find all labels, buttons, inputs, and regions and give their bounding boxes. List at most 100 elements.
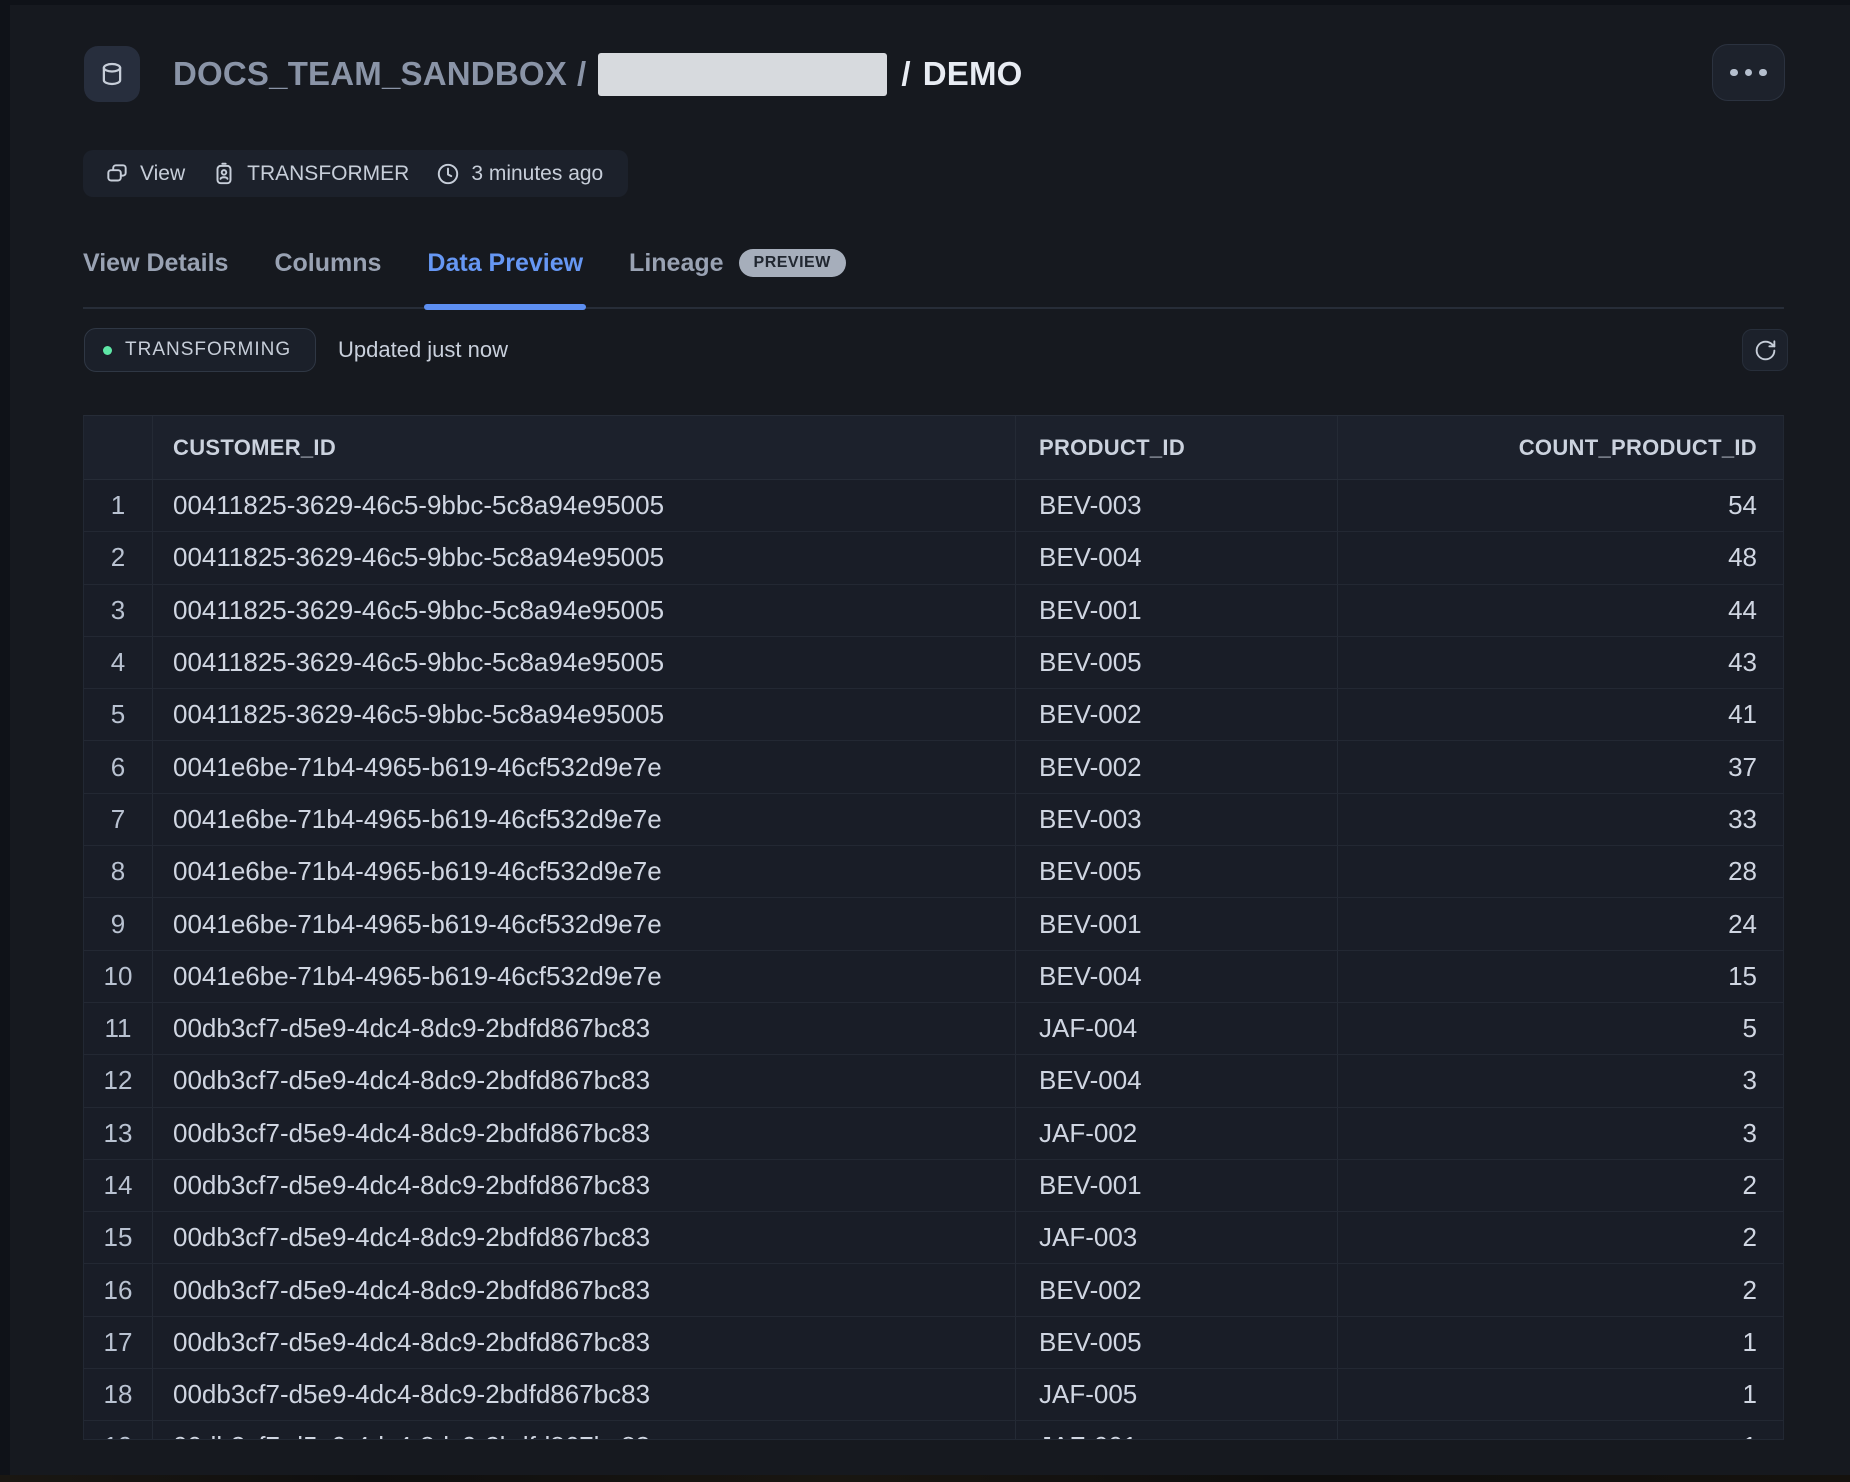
- customer-id-cell: 00db3cf7-d5e9-4dc4-8dc9-2bdfd867bc83: [152, 1003, 1015, 1054]
- count-cell: 44: [1337, 585, 1783, 636]
- clock-icon: [435, 161, 461, 187]
- count-cell: 5: [1337, 1003, 1783, 1054]
- count-cell: 2: [1337, 1264, 1783, 1315]
- status-badge: TRANSFORMING: [84, 328, 316, 372]
- row-number-cell: 15: [84, 1212, 152, 1263]
- row-number-cell: 6: [84, 741, 152, 792]
- window-edge-bottom: [0, 1475, 1850, 1482]
- count-cell: 2: [1337, 1212, 1783, 1263]
- product-id-cell: JAF-002: [1015, 1108, 1337, 1159]
- data-grid[interactable]: CUSTOMER_ID PRODUCT_ID COUNT_PRODUCT_ID …: [83, 415, 1784, 1440]
- table-row: 18 00db3cf7-d5e9-4dc4-8dc9-2bdfd867bc83 …: [84, 1369, 1783, 1421]
- table-row: 9 0041e6be-71b4-4965-b619-46cf532d9e7e B…: [84, 898, 1783, 950]
- meta-item-role: TRANSFORMER: [211, 161, 409, 187]
- table-row: 2 00411825-3629-46c5-9bbc-5c8a94e95005 B…: [84, 532, 1783, 584]
- product-id-cell: JAF-004: [1015, 1003, 1337, 1054]
- product-id-cell: BEV-003: [1015, 794, 1337, 845]
- tab-bar: View Details Columns Data Preview Lineag…: [83, 246, 1784, 307]
- customer-id-cell: 00db3cf7-d5e9-4dc4-8dc9-2bdfd867bc83: [152, 1160, 1015, 1211]
- breadcrumb-database: DOCS_TEAM_SANDBOX: [173, 55, 567, 93]
- refresh-icon: [1753, 338, 1778, 363]
- more-actions-button[interactable]: [1712, 44, 1785, 101]
- table-row: 14 00db3cf7-d5e9-4dc4-8dc9-2bdfd867bc83 …: [84, 1160, 1783, 1212]
- table-row: 10 0041e6be-71b4-4965-b619-46cf532d9e7e …: [84, 951, 1783, 1003]
- count-cell: 1: [1337, 1369, 1783, 1420]
- count-cell: 3: [1337, 1055, 1783, 1106]
- row-number-cell: 10: [84, 951, 152, 1002]
- layers-icon: [104, 161, 130, 187]
- breadcrumb-object: DEMO: [923, 55, 1023, 93]
- object-type-label: View: [140, 162, 185, 186]
- customer-id-cell: 0041e6be-71b4-4965-b619-46cf532d9e7e: [152, 951, 1015, 1002]
- redacted-schema: [598, 53, 887, 96]
- tab-lineage[interactable]: Lineage PREVIEW: [629, 246, 846, 280]
- row-number-cell: 7: [84, 794, 152, 845]
- count-cell: 28: [1337, 846, 1783, 897]
- table-row: 3 00411825-3629-46c5-9bbc-5c8a94e95005 B…: [84, 585, 1783, 637]
- row-number-cell: 16: [84, 1264, 152, 1315]
- tab-label: Lineage: [629, 249, 723, 278]
- customer-id-cell: 0041e6be-71b4-4965-b619-46cf532d9e7e: [152, 898, 1015, 949]
- product-id-cell: JAF-001: [1015, 1421, 1337, 1440]
- product-id-cell: BEV-003: [1015, 480, 1337, 531]
- table-row: 4 00411825-3629-46c5-9bbc-5c8a94e95005 B…: [84, 637, 1783, 689]
- row-number-cell: 9: [84, 898, 152, 949]
- customer-id-cell: 00db3cf7-d5e9-4dc4-8dc9-2bdfd867bc83: [152, 1212, 1015, 1263]
- breadcrumb-separator: /: [577, 55, 586, 93]
- customer-id-cell: 00411825-3629-46c5-9bbc-5c8a94e95005: [152, 689, 1015, 740]
- status-dot-icon: [103, 346, 112, 355]
- row-number-cell: 14: [84, 1160, 152, 1211]
- row-number-cell: 18: [84, 1369, 152, 1420]
- column-header-row-number: [84, 416, 152, 479]
- table-row: 16 00db3cf7-d5e9-4dc4-8dc9-2bdfd867bc83 …: [84, 1264, 1783, 1316]
- table-row: 6 0041e6be-71b4-4965-b619-46cf532d9e7e B…: [84, 741, 1783, 793]
- count-cell: 1: [1337, 1421, 1783, 1440]
- row-number-cell: 3: [84, 585, 152, 636]
- table-row: 17 00db3cf7-d5e9-4dc4-8dc9-2bdfd867bc83 …: [84, 1317, 1783, 1369]
- product-id-cell: BEV-004: [1015, 532, 1337, 583]
- column-header-count-product-id: COUNT_PRODUCT_ID: [1337, 416, 1783, 479]
- count-cell: 54: [1337, 480, 1783, 531]
- tab-data-preview[interactable]: Data Preview: [427, 246, 583, 280]
- count-cell: 24: [1337, 898, 1783, 949]
- column-header-customer-id: CUSTOMER_ID: [152, 416, 1015, 479]
- customer-id-cell: 00db3cf7-d5e9-4dc4-8dc9-2bdfd867bc83: [152, 1108, 1015, 1159]
- product-id-cell: BEV-004: [1015, 951, 1337, 1002]
- row-number-cell: 12: [84, 1055, 152, 1106]
- product-id-cell: BEV-002: [1015, 689, 1337, 740]
- customer-id-cell: 00411825-3629-46c5-9bbc-5c8a94e95005: [152, 637, 1015, 688]
- table-row: 8 0041e6be-71b4-4965-b619-46cf532d9e7e B…: [84, 846, 1783, 898]
- table-row: 15 00db3cf7-d5e9-4dc4-8dc9-2bdfd867bc83 …: [84, 1212, 1783, 1264]
- product-id-cell: JAF-005: [1015, 1369, 1337, 1420]
- table-row: 7 0041e6be-71b4-4965-b619-46cf532d9e7e B…: [84, 794, 1783, 846]
- column-header-product-id: PRODUCT_ID: [1015, 416, 1337, 479]
- product-id-cell: BEV-005: [1015, 1317, 1337, 1368]
- customer-id-cell: 00db3cf7-d5e9-4dc4-8dc9-2bdfd867bc83: [152, 1055, 1015, 1106]
- refresh-button[interactable]: [1742, 329, 1788, 371]
- customer-id-cell: 0041e6be-71b4-4965-b619-46cf532d9e7e: [152, 741, 1015, 792]
- tab-view-details[interactable]: View Details: [83, 246, 228, 280]
- meta-item-created: 3 minutes ago: [435, 161, 603, 187]
- tab-columns[interactable]: Columns: [274, 246, 381, 280]
- count-cell: 1: [1337, 1317, 1783, 1368]
- table-row: 13 00db3cf7-d5e9-4dc4-8dc9-2bdfd867bc83 …: [84, 1108, 1783, 1160]
- meta-bar: View TRANSFORMER 3 minutes ago: [83, 150, 628, 197]
- window-edge-top: [0, 0, 1850, 5]
- table-row: 1 00411825-3629-46c5-9bbc-5c8a94e95005 B…: [84, 480, 1783, 532]
- count-cell: 2: [1337, 1160, 1783, 1211]
- product-id-cell: JAF-003: [1015, 1212, 1337, 1263]
- row-number-cell: 8: [84, 846, 152, 897]
- count-cell: 41: [1337, 689, 1783, 740]
- product-id-cell: BEV-001: [1015, 898, 1337, 949]
- updated-text: Updated just now: [338, 328, 508, 372]
- customer-id-cell: 00db3cf7-d5e9-4dc4-8dc9-2bdfd867bc83: [152, 1317, 1015, 1368]
- table-row: 12 00db3cf7-d5e9-4dc4-8dc9-2bdfd867bc83 …: [84, 1055, 1783, 1107]
- product-id-cell: BEV-005: [1015, 846, 1337, 897]
- customer-id-cell: 00411825-3629-46c5-9bbc-5c8a94e95005: [152, 532, 1015, 583]
- product-id-cell: BEV-004: [1015, 1055, 1337, 1106]
- product-id-cell: BEV-005: [1015, 637, 1337, 688]
- table-row: 19 00db3cf7-d5e9-4dc4-8dc9-2bdfd867bc83 …: [84, 1421, 1783, 1440]
- product-id-cell: BEV-001: [1015, 1160, 1337, 1211]
- grid-header: CUSTOMER_ID PRODUCT_ID COUNT_PRODUCT_ID: [84, 416, 1783, 480]
- breadcrumb-separator: /: [901, 55, 910, 93]
